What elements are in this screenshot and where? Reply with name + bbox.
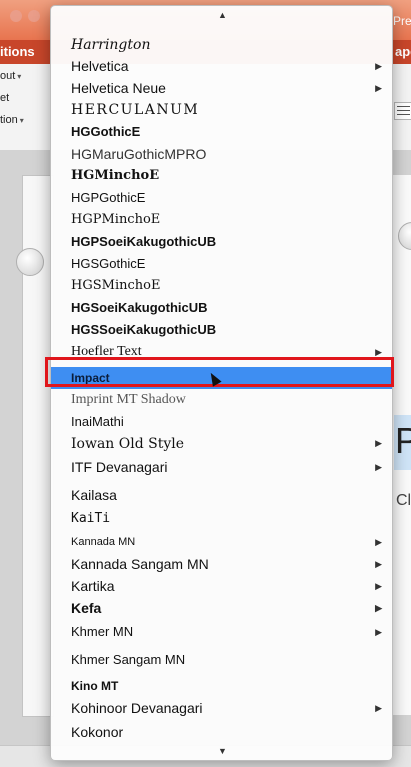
font-item-label: HGGothicE bbox=[71, 124, 141, 139]
align-text-icon[interactable] bbox=[394, 102, 411, 120]
font-item-harrington[interactable]: Harrington bbox=[51, 34, 392, 56]
font-item-label: Khmer MN bbox=[71, 624, 134, 639]
chevron-down-icon: ▾ bbox=[17, 72, 22, 81]
minimize-window-icon[interactable] bbox=[28, 10, 40, 22]
font-item-khmer-mn[interactable]: Khmer MN ▶ bbox=[51, 621, 392, 643]
font-item-kaiti[interactable]: KaiTi bbox=[51, 508, 392, 530]
font-item-hgpsoeikakugothicub[interactable]: HGPSoeiKakugothicUB bbox=[51, 231, 392, 253]
section-dropdown[interactable]: tion ▾ bbox=[0, 114, 24, 126]
tab-transitions[interactable]: itions bbox=[0, 44, 35, 59]
font-item-label: Kohinoor Devanagari bbox=[71, 700, 203, 716]
font-item-hgsoeikakugothicub[interactable]: HGSoeiKakugothicUB bbox=[51, 297, 392, 319]
font-item-helvetica-neue[interactable]: Helvetica Neue ▶ bbox=[51, 77, 392, 99]
reset-button[interactable]: et bbox=[0, 92, 9, 104]
submenu-arrow-icon: ▶ bbox=[375, 603, 382, 613]
font-item-label: HGPGothicE bbox=[71, 190, 146, 205]
font-item-label: Harrington bbox=[71, 37, 151, 53]
font-item-iowan-old-style[interactable]: Iowan Old Style ▶ bbox=[51, 433, 392, 455]
font-item-label: ITF Devanagari bbox=[71, 459, 168, 475]
font-item-label: HGMaruGothicMPRO bbox=[71, 146, 207, 162]
font-item-label: HGMinchoE bbox=[71, 168, 160, 183]
font-item-label: HGSGothicE bbox=[71, 256, 146, 271]
font-item-label: Kokonor bbox=[71, 724, 124, 740]
chevron-down-icon: ▾ bbox=[19, 116, 24, 125]
font-item-hggothice[interactable]: HGGothicE bbox=[51, 121, 392, 143]
font-item-label: HGPMinchoE bbox=[71, 212, 161, 227]
reset-label: et bbox=[0, 92, 10, 104]
tab-shape-format[interactable]: ape bbox=[395, 44, 411, 59]
font-item-hgsminchoe[interactable]: HGSMinchoE bbox=[51, 275, 392, 297]
font-item-hgpgothice[interactable]: HGPGothicE bbox=[51, 187, 392, 209]
font-item-label: Imprint MT Shadow bbox=[71, 392, 186, 407]
submenu-arrow-icon: ▶ bbox=[375, 537, 382, 547]
submenu-arrow-icon: ▶ bbox=[375, 627, 382, 637]
font-item-kailasa[interactable]: Kailasa bbox=[51, 484, 392, 506]
font-item-hgsgothice[interactable]: HGSGothicE bbox=[51, 253, 392, 275]
section-label: tion bbox=[0, 114, 18, 126]
font-item-label: Helvetica bbox=[71, 58, 129, 74]
close-window-icon[interactable] bbox=[10, 10, 22, 22]
subtitle-placeholder-text: Cl bbox=[396, 492, 411, 509]
font-item-hgminchoe[interactable]: HGMinchoE bbox=[51, 165, 392, 187]
font-item-kannada-sangam-mn[interactable]: Kannada Sangam MN ▶ bbox=[51, 553, 392, 575]
font-item-kokonor[interactable]: Kokonor bbox=[51, 721, 392, 743]
submenu-arrow-icon: ▶ bbox=[375, 703, 382, 713]
font-item-label: Iowan Old Style bbox=[71, 436, 185, 452]
font-item-inaimathi[interactable]: InaiMathi bbox=[51, 411, 392, 433]
font-item-hgpminchoe[interactable]: HGPMinchoE bbox=[51, 209, 392, 231]
font-item-helvetica[interactable]: Helvetica ▶ bbox=[51, 55, 392, 77]
font-item-label: InaiMathi bbox=[71, 414, 124, 429]
scroll-up-icon[interactable]: ▲ bbox=[51, 10, 394, 20]
font-item-label: KaiTi bbox=[71, 511, 111, 526]
font-item-label: HGSSoeiKakugothicUB bbox=[71, 322, 217, 337]
font-item-label: Kartika bbox=[71, 578, 115, 594]
font-item-khmer-sangam-mn[interactable]: Khmer Sangam MN bbox=[51, 649, 392, 671]
font-item-label: Kino MT bbox=[71, 679, 119, 693]
font-item-label: Kannada Sangam MN bbox=[71, 556, 209, 572]
submenu-arrow-icon: ▶ bbox=[375, 61, 382, 71]
submenu-arrow-icon: ▶ bbox=[375, 439, 382, 449]
font-item-kartika[interactable]: Kartika ▶ bbox=[51, 575, 392, 597]
font-item-herculanum[interactable]: HERCULANUM bbox=[51, 99, 392, 121]
font-item-imprint-mt-shadow[interactable]: Imprint MT Shadow bbox=[51, 389, 392, 411]
layout-label: out bbox=[0, 70, 16, 82]
font-item-label: Kannada MN bbox=[71, 536, 136, 548]
scroll-down-icon[interactable]: ▼ bbox=[51, 746, 394, 756]
font-item-kohinoor-devanagari[interactable]: Kohinoor Devanagari ▶ bbox=[51, 697, 392, 719]
resize-handle[interactable] bbox=[16, 248, 44, 276]
font-item-label: HERCULANUM bbox=[71, 102, 200, 118]
submenu-arrow-icon: ▶ bbox=[375, 559, 382, 569]
font-item-kannada-mn[interactable]: Kannada MN ▶ bbox=[51, 531, 392, 553]
font-item-label: Khmer Sangam MN bbox=[71, 652, 186, 667]
font-item-label: HGSMinchoE bbox=[71, 278, 161, 293]
font-item-hgmarugothicmpro[interactable]: HGMaruGothicMPRO bbox=[51, 143, 392, 165]
title-placeholder-text: P bbox=[395, 420, 411, 461]
font-item-label: HGPSoeiKakugothicUB bbox=[71, 234, 217, 249]
submenu-arrow-icon: ▶ bbox=[375, 83, 382, 93]
font-item-label: Kefa bbox=[71, 600, 102, 616]
submenu-arrow-icon: ▶ bbox=[375, 462, 382, 472]
font-item-kefa[interactable]: Kefa ▶ bbox=[51, 597, 392, 619]
font-item-itf-devanagari[interactable]: ITF Devanagari ▶ bbox=[51, 456, 392, 478]
window-title: Pre bbox=[393, 14, 411, 28]
font-item-kino-mt[interactable]: Kino MT bbox=[51, 675, 392, 697]
font-item-label: HGSoeiKakugothicUB bbox=[71, 300, 208, 315]
font-item-label: Helvetica Neue bbox=[71, 80, 166, 96]
font-item-label: Kailasa bbox=[71, 487, 117, 503]
layout-dropdown[interactable]: out ▾ bbox=[0, 70, 21, 82]
submenu-arrow-icon: ▶ bbox=[375, 581, 382, 591]
font-item-hgssoeikakugothicub[interactable]: HGSSoeiKakugothicUB bbox=[51, 319, 392, 341]
